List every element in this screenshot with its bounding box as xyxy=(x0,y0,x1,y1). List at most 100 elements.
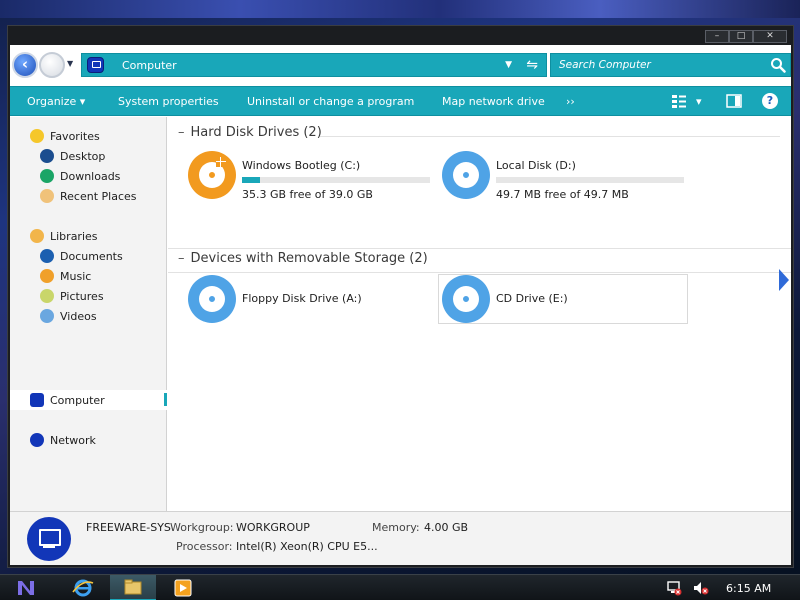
change-view-icon[interactable] xyxy=(671,93,687,109)
drive-tile-d[interactable]: Local Disk (D:) 49.7 MB free of 49.7 MB xyxy=(442,151,692,201)
sidebar-item-label: Downloads xyxy=(60,170,121,183)
memory-value: 4.00 GB xyxy=(424,521,469,534)
sidebar-item-documents[interactable]: Documents xyxy=(10,246,167,266)
windows-logo-icon xyxy=(216,157,226,167)
desktop-wallpaper xyxy=(0,0,800,18)
memory-label: Memory: xyxy=(372,521,420,534)
maximize-button[interactable]: □ xyxy=(729,30,753,43)
videos-icon xyxy=(40,309,54,323)
address-dropdown-icon[interactable]: ▼ xyxy=(505,60,512,70)
help-icon[interactable]: ? xyxy=(762,93,778,109)
sidebar-item-network[interactable]: Network xyxy=(10,430,167,450)
sidebar-item-label: Computer xyxy=(50,394,105,407)
sidebar-item-downloads[interactable]: Downloads xyxy=(10,166,167,186)
address-bar[interactable]: Computer ▼ ⇋ xyxy=(81,53,547,77)
system-drive-icon xyxy=(188,151,236,199)
collapse-icon[interactable]: – xyxy=(178,125,185,140)
pictures-icon xyxy=(40,289,54,303)
close-button[interactable]: ✕ xyxy=(753,30,787,43)
taskbar-explorer[interactable] xyxy=(110,575,156,600)
sidebar-item-label: Documents xyxy=(60,250,123,263)
sidebar-item-label: Network xyxy=(50,434,96,447)
search-icon[interactable] xyxy=(770,57,786,73)
processor-label: Processor: xyxy=(176,540,233,553)
search-input[interactable]: Search Computer xyxy=(550,53,791,77)
drive-free-space: 35.3 GB free of 39.0 GB xyxy=(242,188,373,201)
drive-usage-bar xyxy=(242,177,430,183)
workgroup-label: Workgroup: xyxy=(170,521,234,534)
preview-pane-icon[interactable] xyxy=(726,93,742,109)
volume-muted-icon[interactable] xyxy=(692,580,710,596)
command-bar: Organize ▾ System properties Uninstall o… xyxy=(10,86,791,116)
cd-drive-icon xyxy=(442,275,490,323)
sidebar-item-pictures[interactable]: Pictures xyxy=(10,286,167,306)
forward-button[interactable] xyxy=(39,52,65,78)
sidebar-item-videos[interactable]: Videos xyxy=(10,306,167,326)
sidebar-item-computer[interactable]: Computer xyxy=(10,390,167,410)
mouse-cursor-icon xyxy=(779,269,789,291)
network-tray-icon[interactable] xyxy=(666,580,682,596)
group-header-hard-disks[interactable]: – Hard Disk Drives (2) xyxy=(178,125,322,140)
minimize-button[interactable]: – xyxy=(705,30,729,43)
processor-value: Intel(R) Xeon(R) CPU E5... xyxy=(236,540,378,553)
caption-buttons: – □ ✕ xyxy=(705,30,787,43)
drive-tile-e[interactable]: CD Drive (E:) xyxy=(438,274,688,324)
computer-icon xyxy=(27,517,71,561)
group-header-label: Hard Disk Drives (2) xyxy=(190,125,322,140)
group-divider xyxy=(168,272,791,273)
drive-free-space: 49.7 MB free of 49.7 MB xyxy=(496,188,629,201)
start-logo-icon xyxy=(18,581,34,595)
sidebar-item-recent-places[interactable]: Recent Places xyxy=(10,186,167,206)
sidebar-item-libraries[interactable]: Libraries xyxy=(10,226,167,246)
taskbar-media-player[interactable] xyxy=(160,575,206,600)
system-properties-button[interactable]: System properties xyxy=(118,95,219,108)
recent-places-icon xyxy=(40,189,54,203)
drive-name: Floppy Disk Drive (A:) xyxy=(242,292,362,305)
taskbar: 6:15 AM xyxy=(0,574,800,600)
group-header-label: Devices with Removable Storage (2) xyxy=(190,251,428,266)
desktop-icon xyxy=(40,149,54,163)
computer-icon xyxy=(30,393,44,407)
sidebar-item-desktop[interactable]: Desktop xyxy=(10,146,167,166)
more-commands-button[interactable]: ›› xyxy=(566,95,575,108)
group-header-removable[interactable]: – Devices with Removable Storage (2) xyxy=(178,251,428,266)
documents-icon xyxy=(40,249,54,263)
group-divider xyxy=(320,136,780,137)
star-icon xyxy=(30,129,44,143)
details-pane: FREEWARE-SYS Workgroup: WORKGROUP Memory… xyxy=(10,511,791,565)
explorer-client: ‹ ▼ Computer ▼ ⇋ Search Computer Organiz… xyxy=(10,45,791,565)
internet-explorer-icon xyxy=(72,579,94,597)
sidebar-item-label: Videos xyxy=(60,310,97,323)
drive-tile-c[interactable]: Windows Bootleg (C:) 35.3 GB free of 39.… xyxy=(188,151,438,201)
start-button[interactable] xyxy=(4,575,50,600)
map-network-drive-button[interactable]: Map network drive xyxy=(442,95,545,108)
sidebar-item-label: Libraries xyxy=(50,230,98,243)
taskbar-clock[interactable]: 6:15 AM xyxy=(726,582,771,595)
back-button[interactable]: ‹ xyxy=(12,52,38,78)
libraries-icon xyxy=(30,229,44,243)
collapse-icon[interactable]: – xyxy=(178,251,185,266)
history-dropdown[interactable]: ▼ xyxy=(67,59,73,68)
organize-button[interactable]: Organize ▾ xyxy=(27,95,85,108)
drive-tile-a[interactable]: Floppy Disk Drive (A:) xyxy=(188,275,438,325)
sidebar-item-label: Desktop xyxy=(60,150,106,163)
search-placeholder: Search Computer xyxy=(559,59,651,71)
media-player-icon xyxy=(174,579,192,597)
disk-drive-icon xyxy=(442,151,490,199)
downloads-icon xyxy=(40,169,54,183)
address-row: ‹ ▼ Computer ▼ ⇋ Search Computer xyxy=(10,45,791,85)
explorer-window: – □ ✕ ‹ ▼ Computer ▼ ⇋ Search Computer O… xyxy=(7,25,794,568)
navigation-pane: Favorites Desktop Downloads Recent Place… xyxy=(10,117,167,511)
taskbar-internet-explorer[interactable] xyxy=(60,575,106,600)
drive-usage-fill xyxy=(242,177,260,183)
content-pane: – Hard Disk Drives (2) Windows Bootleg (C… xyxy=(168,117,791,511)
sidebar-item-label: Pictures xyxy=(60,290,104,303)
sidebar-item-music[interactable]: Music xyxy=(10,266,167,286)
group-divider xyxy=(168,248,791,249)
music-icon xyxy=(40,269,54,283)
view-dropdown-icon[interactable]: ▾ xyxy=(696,95,702,108)
sidebar-item-favorites[interactable]: Favorites xyxy=(10,126,167,146)
refresh-icon[interactable]: ⇋ xyxy=(526,57,538,73)
sidebar-item-label: Recent Places xyxy=(60,190,137,203)
uninstall-program-button[interactable]: Uninstall or change a program xyxy=(247,95,414,108)
